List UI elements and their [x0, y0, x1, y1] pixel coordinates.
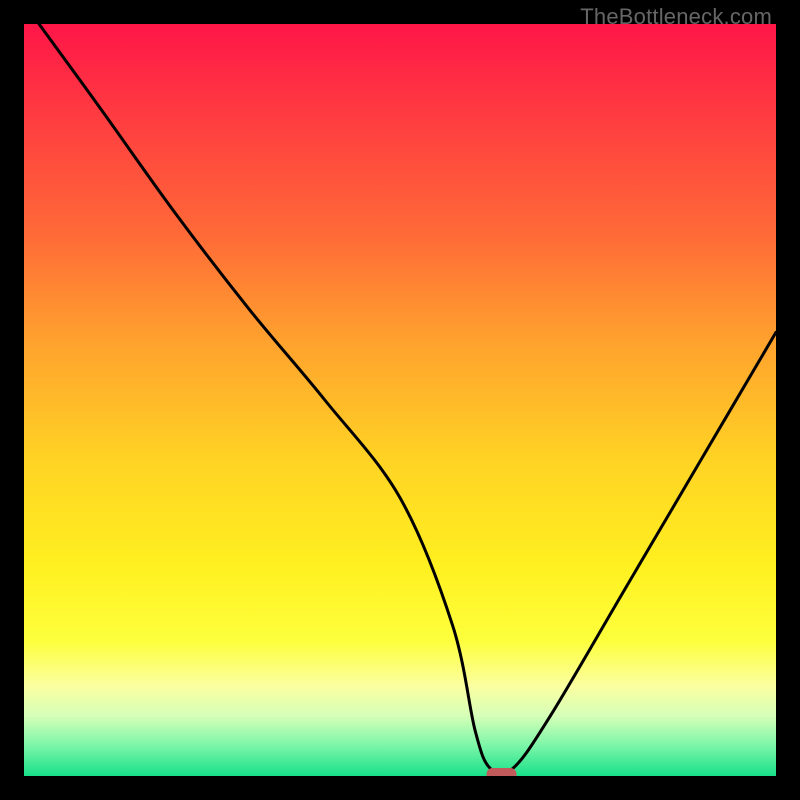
chart-frame: TheBottleneck.com: [0, 0, 800, 800]
chart-svg: [24, 24, 776, 776]
gradient-background: [24, 24, 776, 776]
plot-area: [24, 24, 776, 776]
optimal-marker: [487, 768, 517, 776]
